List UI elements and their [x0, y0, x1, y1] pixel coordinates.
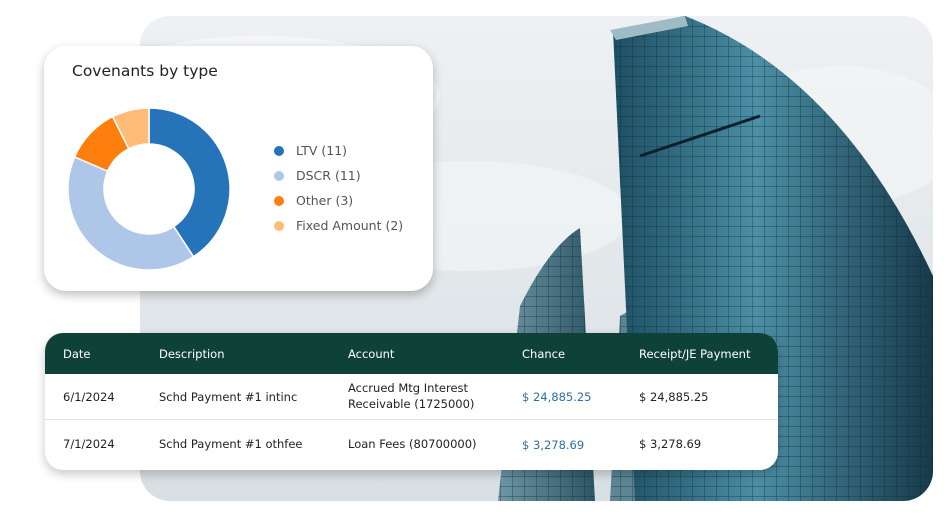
header-date: Date	[63, 347, 91, 361]
legend-label-other: Other (3)	[296, 193, 354, 208]
row-description: Schd Payment #1 intinc	[159, 390, 298, 404]
header-receipt: Receipt/JE Payment	[639, 347, 751, 361]
legend-item-ltv: LTV (11)	[274, 138, 403, 163]
transactions-table: Date Description Account Chance Receipt/…	[45, 333, 778, 470]
row-chance-link[interactable]: $ 3,278.69	[522, 437, 584, 453]
covenants-donut-chart	[67, 107, 231, 271]
legend-item-other: Other (3)	[274, 188, 403, 213]
row-description: Schd Payment #1 othfee	[159, 437, 303, 451]
card-title: Covenants by type	[72, 62, 218, 80]
row-chance-link[interactable]: $ 24,885.25	[522, 389, 592, 405]
header-account: Account	[348, 347, 395, 361]
header-chance: Chance	[522, 347, 566, 361]
legend-label-fixed-amount: Fixed Amount (2)	[296, 218, 404, 233]
row-date: 7/1/2024	[63, 437, 115, 451]
legend-dot-other	[274, 195, 284, 206]
row-receipt: $ 3,278.69	[639, 437, 702, 451]
header-description: Description	[159, 347, 225, 361]
covenants-card: Covenants by type LTV (11) DSCR (11) Oth…	[44, 46, 433, 291]
donut-slice-dscr[interactable]	[67, 155, 195, 271]
table-row[interactable]: 7/1/2024 Schd Payment #1 othfee Loan Fee…	[45, 420, 778, 468]
chart-legend: LTV (11) DSCR (11) Other (3) Fixed Amoun…	[274, 138, 403, 238]
legend-item-dscr: DSCR (11)	[274, 163, 403, 188]
row-account: Accrued Mtg Interest Receivable (1725000…	[348, 381, 475, 411]
table-header: Date Description Account Chance Receipt/…	[45, 333, 778, 374]
legend-item-fixed-amount: Fixed Amount (2)	[274, 213, 403, 238]
legend-dot-fixed-amount	[274, 220, 284, 231]
table-row[interactable]: 6/1/2024 Schd Payment #1 intinc Accrued …	[45, 374, 778, 420]
legend-dot-dscr	[274, 170, 284, 181]
legend-dot-ltv	[274, 145, 284, 156]
row-date: 6/1/2024	[63, 390, 115, 404]
legend-label-dscr: DSCR (11)	[296, 168, 361, 183]
row-receipt: $ 24,885.25	[639, 390, 709, 404]
legend-label-ltv: LTV (11)	[296, 143, 348, 158]
row-account: Loan Fees (80700000)	[348, 437, 477, 451]
